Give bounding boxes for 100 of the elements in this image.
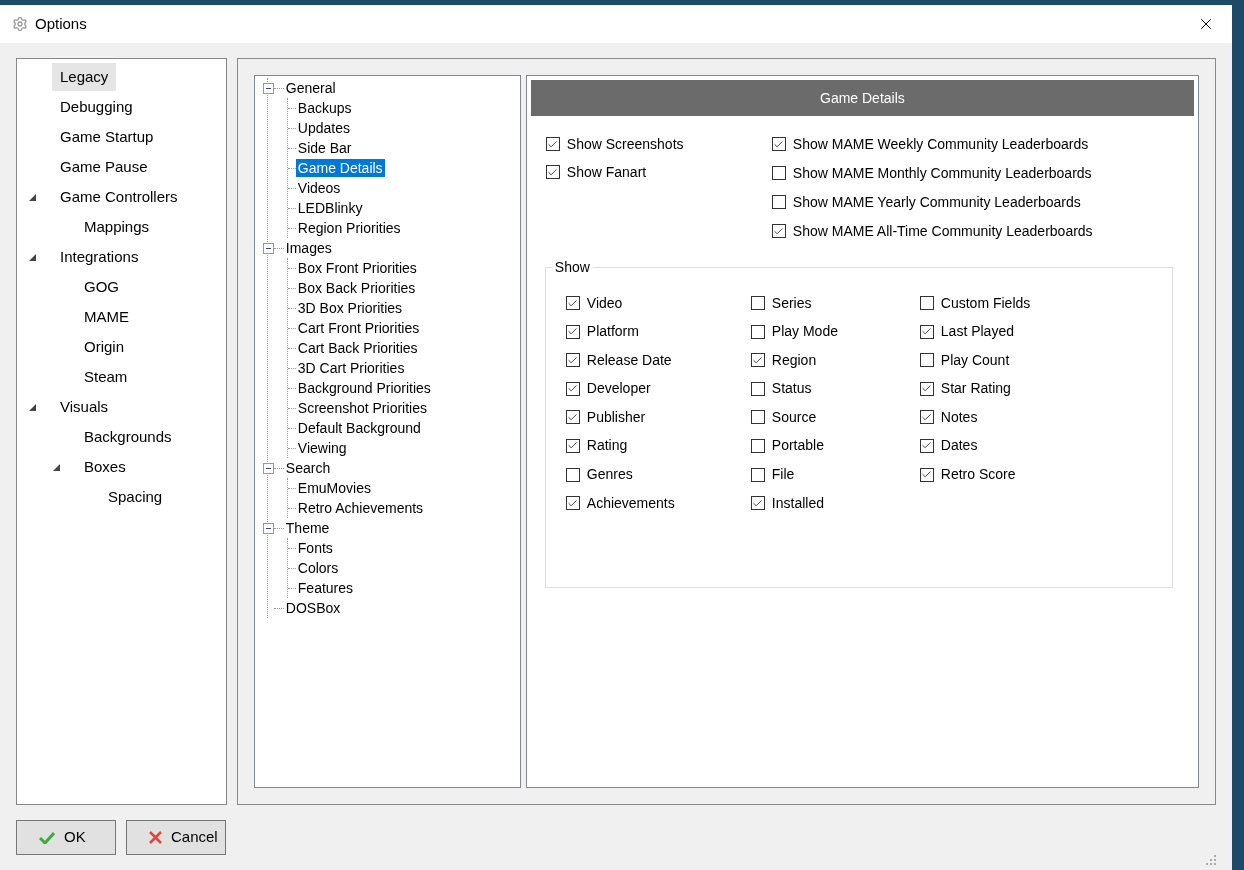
- checkbox[interactable]: [565, 410, 580, 425]
- checkbox[interactable]: [919, 296, 934, 310]
- checkbox-label[interactable]: Show MAME Monthly Community Leaderboards: [792, 162, 1092, 184]
- checkbox[interactable]: [919, 381, 934, 396]
- nav-item[interactable]: Game Controllers: [52, 182, 186, 212]
- ok-button[interactable]: OK: [16, 820, 116, 855]
- tree-item[interactable]: Box Back Priorities: [295, 279, 418, 297]
- checkbox-label[interactable]: Series: [771, 292, 812, 314]
- checkbox-label[interactable]: Status: [771, 378, 812, 400]
- nav-item[interactable]: Legacy: [52, 62, 117, 92]
- tree-item[interactable]: Videos: [295, 179, 343, 197]
- checkbox[interactable]: [771, 166, 786, 180]
- tree-item[interactable]: Screenshot Priorities: [295, 399, 429, 417]
- checkbox[interactable]: [771, 137, 786, 151]
- checkbox-label[interactable]: Portable: [771, 435, 824, 457]
- nav-item[interactable]: Backgrounds: [76, 422, 180, 452]
- tree-item[interactable]: General: [283, 79, 338, 97]
- checkbox[interactable]: [750, 496, 765, 511]
- checkbox[interactable]: [919, 353, 934, 368]
- checkbox[interactable]: [750, 296, 765, 310]
- checkbox[interactable]: [565, 296, 580, 310]
- checkbox[interactable]: [565, 438, 580, 453]
- checkbox[interactable]: [771, 224, 786, 238]
- checkbox[interactable]: [919, 438, 934, 453]
- checkbox-label[interactable]: Publisher: [586, 406, 646, 428]
- checkbox[interactable]: [565, 324, 580, 339]
- collapse-icon[interactable]: [262, 82, 274, 94]
- checkbox-label[interactable]: Genres: [586, 464, 633, 486]
- checkbox[interactable]: [750, 353, 765, 368]
- checkbox[interactable]: [919, 467, 934, 482]
- nav-item[interactable]: Game Pause: [52, 152, 156, 182]
- checkbox[interactable]: [565, 381, 580, 396]
- tree-item[interactable]: Region Priorities: [295, 219, 403, 237]
- checkbox[interactable]: [750, 381, 765, 396]
- checkbox-label[interactable]: Release Date: [586, 349, 672, 371]
- checkbox-label[interactable]: Notes: [940, 406, 978, 428]
- checkbox-label[interactable]: Developer: [586, 378, 651, 400]
- checkbox-label[interactable]: Show MAME Weekly Community Leaderboards: [792, 133, 1089, 155]
- tree-item[interactable]: Fonts: [295, 539, 335, 557]
- collapse-icon[interactable]: [262, 522, 274, 534]
- tree-item[interactable]: DOSBox: [283, 599, 343, 617]
- checkbox-label[interactable]: Show Screenshots: [566, 133, 684, 155]
- checkbox[interactable]: [750, 467, 765, 482]
- checkbox-label[interactable]: Source: [771, 406, 817, 428]
- nav-item[interactable]: MAME: [76, 302, 137, 332]
- expanded-triangle-icon[interactable]: [29, 253, 36, 261]
- checkbox[interactable]: [919, 324, 934, 339]
- tree-item[interactable]: Theme: [283, 519, 332, 537]
- checkbox-label[interactable]: Last Played: [940, 321, 1014, 343]
- nav-item[interactable]: Spacing: [100, 482, 171, 512]
- checkbox-label[interactable]: Achievements: [586, 492, 675, 514]
- nav-item[interactable]: GOG: [76, 272, 127, 302]
- checkbox-label[interactable]: Video: [586, 292, 623, 314]
- nav-item[interactable]: Visuals: [52, 392, 117, 422]
- checkbox[interactable]: [565, 496, 580, 511]
- checkbox-label[interactable]: Play Mode: [771, 321, 838, 343]
- checkbox[interactable]: [545, 137, 560, 151]
- collapse-icon[interactable]: [262, 462, 274, 474]
- tree-item[interactable]: Box Front Priorities: [295, 259, 419, 277]
- tree-item[interactable]: Viewing: [295, 439, 349, 457]
- tree-item[interactable]: Cart Back Priorities: [295, 339, 420, 357]
- nav-item[interactable]: Integrations: [52, 242, 147, 272]
- tree-item[interactable]: Side Bar: [295, 139, 354, 157]
- checkbox-label[interactable]: Show Fanart: [566, 161, 647, 183]
- checkbox-label[interactable]: Show MAME All-Time Community Leaderboards: [792, 220, 1093, 242]
- nav-item[interactable]: Mappings: [76, 212, 158, 242]
- tree-item[interactable]: Background Priorities: [295, 379, 433, 397]
- tree-item[interactable]: 3D Box Priorities: [295, 299, 405, 317]
- nav-item[interactable]: Origin: [76, 332, 132, 362]
- checkbox-label[interactable]: Dates: [940, 435, 978, 457]
- checkbox[interactable]: [750, 324, 765, 339]
- expanded-triangle-icon[interactable]: [53, 463, 60, 471]
- expanded-triangle-icon[interactable]: [29, 193, 36, 201]
- tree-item[interactable]: Cart Front Priorities: [295, 319, 422, 337]
- tree-item[interactable]: Retro Achievements: [295, 499, 426, 517]
- checkbox[interactable]: [565, 353, 580, 368]
- tree-item[interactable]: Default Background: [295, 419, 423, 437]
- tree-item[interactable]: 3D Cart Priorities: [295, 359, 407, 377]
- checkbox-label[interactable]: Installed: [771, 492, 824, 514]
- checkbox-label[interactable]: File: [771, 464, 795, 486]
- tree-item[interactable]: LEDBlinky: [295, 199, 365, 217]
- checkbox-label[interactable]: Region: [771, 349, 817, 371]
- checkbox-label[interactable]: Play Count: [940, 349, 1010, 371]
- checkbox[interactable]: [565, 467, 580, 482]
- tree-item[interactable]: Colors: [295, 559, 341, 577]
- checkbox[interactable]: [771, 195, 786, 209]
- tree-item[interactable]: Images: [283, 239, 334, 257]
- checkbox-label[interactable]: Platform: [586, 321, 639, 343]
- nav-item[interactable]: Steam: [76, 362, 136, 392]
- expanded-triangle-icon[interactable]: [29, 403, 36, 411]
- cancel-button[interactable]: Cancel: [126, 820, 226, 855]
- tree-item[interactable]: Updates: [295, 119, 352, 137]
- tree-item[interactable]: Game Details: [295, 159, 385, 177]
- nav-item[interactable]: Game Startup: [52, 122, 162, 152]
- checkbox-label[interactable]: Rating: [586, 435, 628, 457]
- nav-item[interactable]: Debugging: [52, 92, 141, 122]
- tree-item[interactable]: Backups: [295, 99, 354, 117]
- nav-item[interactable]: Boxes: [76, 452, 134, 482]
- checkbox-label[interactable]: Retro Score: [940, 464, 1016, 486]
- checkbox-label[interactable]: Custom Fields: [940, 292, 1031, 314]
